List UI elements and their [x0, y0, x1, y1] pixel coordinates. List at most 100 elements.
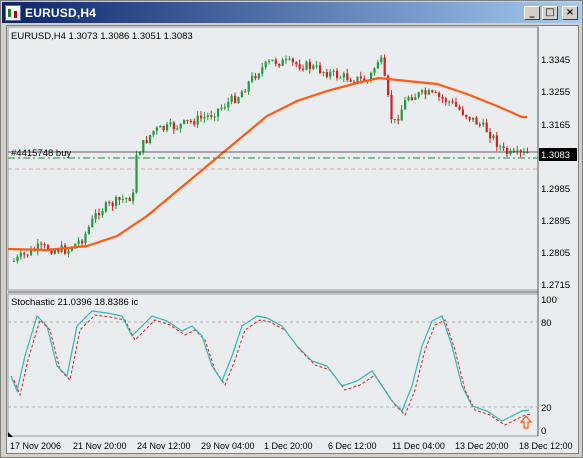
candle-body [336, 70, 339, 79]
maximize-button[interactable]: □ [542, 5, 558, 20]
candle-body [101, 211, 104, 216]
candle-body [393, 119, 396, 121]
candle-body [339, 77, 342, 79]
candle-body [23, 253, 26, 255]
candle-body [169, 122, 172, 125]
candle-body [217, 108, 220, 117]
candle-body [257, 73, 260, 79]
candle-body [94, 213, 97, 219]
candle-body [359, 76, 362, 79]
candle-body [196, 115, 199, 125]
stochastic-axis-labels: 100 80 20 0 [541, 295, 557, 437]
candle-body [50, 250, 53, 254]
candle-body [193, 121, 196, 125]
current-price-label: 1.3083 [541, 150, 570, 161]
candle-body [410, 97, 413, 101]
candle-body [291, 58, 294, 63]
stoch-tick: 20 [541, 403, 552, 414]
date-tick: 13 Dec 20:00 [455, 441, 509, 451]
candle-body [16, 256, 19, 261]
candle-body [43, 244, 46, 246]
chart-app-icon [5, 4, 21, 21]
candle-body [230, 95, 233, 102]
candle-body [407, 97, 410, 101]
candle-body [397, 119, 400, 121]
candle-body [155, 127, 158, 131]
title-bar[interactable]: EURUSD,H4 _ □ × [2, 2, 581, 23]
candle-body [64, 245, 67, 254]
candle-body [468, 116, 471, 120]
candle-body [251, 75, 254, 82]
chart-canvas[interactable]: #4415748 buy EURUSD,H4 1.3073 1.3086 1.3… [6, 25, 579, 454]
chart-window: EURUSD,H4 _ □ × #4415748 buy EURUSD,H4 1… [0, 0, 583, 458]
chart-shift-marker[interactable] [8, 432, 13, 437]
price-tick: 1.2985 [541, 184, 570, 195]
candlestick-series [13, 54, 529, 264]
candle-body [121, 198, 124, 200]
candle-body [274, 59, 277, 64]
window-title: EURUSD,H4 [25, 5, 97, 20]
candle-body [438, 92, 441, 97]
candle-body [149, 134, 152, 143]
candle-body [478, 124, 481, 126]
candle-body [434, 91, 437, 93]
candle-body [506, 148, 509, 154]
candle-body [458, 106, 461, 110]
candle-body [475, 117, 478, 125]
candle-body [203, 116, 206, 119]
stochastic-main-line [10, 310, 530, 422]
date-tick: 24 Nov 12:00 [137, 441, 191, 451]
candle-body [499, 146, 502, 148]
candle-body [380, 57, 383, 63]
candle-body [132, 192, 135, 202]
candle-body [111, 202, 114, 207]
minimize-button[interactable]: _ [524, 5, 540, 20]
candle-body [444, 98, 447, 102]
candle-body [404, 100, 407, 110]
candle-body [278, 63, 281, 66]
price-axis-labels: 1.3345 1.3255 1.3165 1.2985 1.2895 1.280… [541, 55, 570, 291]
candle-body [108, 202, 111, 204]
candle-body [162, 125, 165, 131]
candle-body [264, 61, 267, 68]
candle-body [128, 197, 131, 202]
candle-body [305, 61, 308, 70]
candle-body [159, 125, 162, 128]
candle-body [223, 107, 226, 109]
stoch-tick: 80 [541, 318, 552, 329]
price-tick: 1.3345 [541, 55, 570, 66]
candle-body [502, 146, 505, 149]
price-tick: 1.3165 [541, 120, 570, 131]
candle-body [84, 233, 87, 244]
candle-body [115, 197, 118, 207]
candle-body [451, 101, 454, 103]
candle-body [431, 90, 434, 92]
candle-body [261, 67, 264, 74]
date-tick: 6 Dec 12:00 [328, 441, 377, 451]
candle-body [308, 61, 311, 69]
candle-body [383, 57, 386, 76]
candle-body [376, 62, 379, 69]
candle-body [325, 71, 328, 77]
candle-body [138, 152, 141, 156]
candle-body [40, 243, 43, 245]
candle-body [390, 94, 393, 120]
chart-header: EURUSD,H4 1.3073 1.3086 1.3051 1.3083 [11, 31, 193, 42]
candle-body [77, 240, 80, 244]
candle-body [298, 64, 301, 69]
close-button[interactable]: × [562, 5, 578, 20]
candle-body [268, 61, 271, 63]
candle-body [179, 123, 182, 129]
candle-body [244, 91, 247, 93]
price-chart-svg: #4415748 buy EURUSD,H4 1.3073 1.3086 1.3… [7, 26, 577, 451]
candle-body [461, 109, 464, 115]
candle-body [346, 73, 349, 81]
candle-body [26, 254, 29, 256]
candle-body [19, 253, 22, 257]
candle-body [200, 115, 203, 119]
candle-body [210, 115, 213, 117]
candle-body [254, 75, 257, 79]
candle-body [13, 260, 16, 262]
candle-body [70, 248, 73, 251]
candle-body [349, 80, 352, 82]
